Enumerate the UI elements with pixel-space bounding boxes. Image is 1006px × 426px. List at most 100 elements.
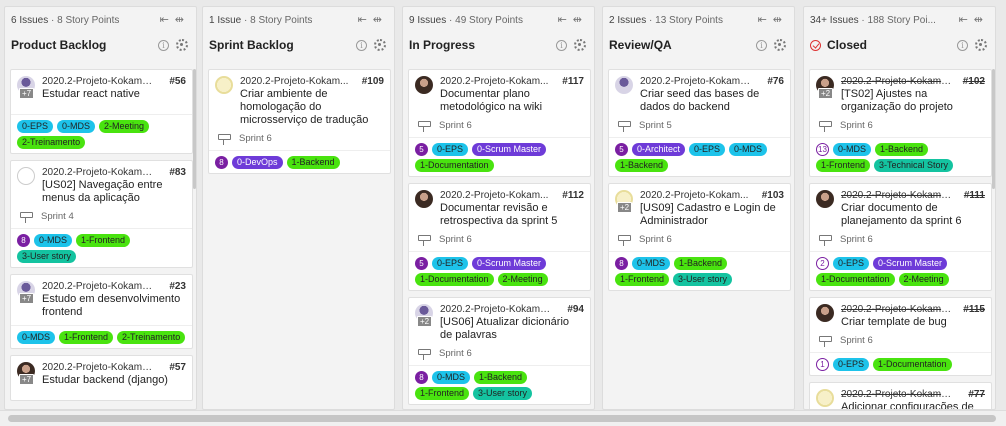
issue-label[interactable]: 1-Backend: [875, 143, 929, 156]
issue-title[interactable]: Estudar backend (django): [42, 374, 186, 387]
issue-title[interactable]: Estudar react native: [42, 88, 186, 101]
issue-label[interactable]: 0-Scrum Master: [873, 257, 948, 270]
issue-card[interactable]: 2020.2-Projeto-Kokama... #111 Criar docu…: [809, 183, 992, 291]
collapse-left-icon[interactable]: ⇤: [758, 14, 773, 26]
issue-title[interactable]: [US02] Navegação entre menus da aplicaçã…: [42, 179, 186, 205]
issue-reference[interactable]: 2020.2-Projeto-Kokama... #23: [42, 281, 186, 292]
issue-title[interactable]: Criar template de bug: [841, 316, 985, 329]
collapse-right-icon[interactable]: ⇹: [373, 14, 388, 26]
issue-title[interactable]: Criar ambiente de homologação do micross…: [240, 88, 384, 127]
issue-label[interactable]: 0-MDS: [729, 143, 768, 156]
issue-card[interactable]: 2020.2-Projeto-Kokama... #77 Adicionar c…: [809, 382, 992, 409]
issue-label[interactable]: 0-DevOps: [232, 156, 283, 169]
issue-label[interactable]: 1-Backend: [674, 257, 728, 270]
issue-label[interactable]: 0-EPS: [432, 257, 469, 270]
issue-reference[interactable]: 2020.2-Projeto-Kokam... #117: [440, 76, 584, 87]
collapse-right-icon[interactable]: ⇹: [773, 14, 788, 26]
info-icon[interactable]: i: [756, 39, 767, 51]
issue-label[interactable]: 0-MDS: [432, 371, 471, 384]
issue-label[interactable]: 1-Documentation: [415, 159, 494, 172]
horizontal-scrollbar[interactable]: [0, 410, 1006, 426]
issue-reference[interactable]: 2020.2-Projeto-Kokama... #57: [42, 362, 186, 373]
issue-title[interactable]: Adicionar configurações de lint: [841, 401, 985, 409]
issue-reference[interactable]: 2020.2-Projeto-Kokama... #102: [841, 76, 985, 87]
issue-card[interactable]: 2020.2-Projeto-Kokama... #115 Criar temp…: [809, 297, 992, 376]
collapse-icons[interactable]: ⇤⇹: [558, 13, 588, 26]
issue-label[interactable]: 1-Backend: [286, 156, 340, 169]
issue-reference[interactable]: 2020.2-Projeto-Kokama... #115: [841, 304, 985, 315]
info-icon[interactable]: i: [957, 39, 968, 51]
collapse-right-icon[interactable]: ⇹: [175, 14, 190, 26]
issue-label[interactable]: 0-MDS: [833, 143, 872, 156]
gear-icon[interactable]: [975, 39, 987, 51]
vertical-scrollbar[interactable]: [992, 69, 995, 189]
issue-label[interactable]: 1-Frontend: [615, 273, 670, 286]
issue-card[interactable]: +2 2020.2-Projeto-Kokama... #102 [TS02] …: [809, 69, 992, 177]
issue-label[interactable]: 1-Frontend: [415, 387, 470, 400]
issue-reference[interactable]: 2020.2-Projeto-Kokama... #111: [841, 190, 985, 201]
info-icon[interactable]: i: [556, 39, 567, 51]
issue-label[interactable]: 0-EPS: [17, 120, 54, 133]
issue-label[interactable]: 3-User story: [673, 273, 733, 286]
issue-card[interactable]: +2 2020.2-Projeto-Kokama... #94 [US06] A…: [408, 297, 591, 405]
collapse-icons[interactable]: ⇤⇹: [358, 13, 388, 26]
issue-label[interactable]: 3-User story: [17, 250, 77, 263]
collapse-icons[interactable]: ⇤⇹: [959, 13, 989, 26]
collapse-right-icon[interactable]: ⇹: [573, 14, 588, 26]
issue-label[interactable]: 0-MDS: [34, 234, 73, 247]
issue-card[interactable]: +7 2020.2-Projeto-Kokama... #23 Estudo e…: [10, 274, 193, 349]
issue-card[interactable]: +2 2020.2-Projeto-Kokam... #103 [US09] C…: [608, 183, 791, 291]
issue-title[interactable]: [US06] Atualizar dicionário de palavras: [440, 316, 584, 342]
issue-label[interactable]: 0-EPS: [432, 143, 469, 156]
issue-card[interactable]: +7 2020.2-Projeto-Kokama... #57 Estudar …: [10, 355, 193, 401]
collapse-icons[interactable]: ⇤⇹: [160, 13, 190, 26]
issue-label[interactable]: 1-Backend: [615, 159, 669, 172]
info-icon[interactable]: i: [356, 39, 367, 51]
issue-label[interactable]: 2-Treinamento: [17, 136, 86, 149]
collapse-left-icon[interactable]: ⇤: [959, 14, 974, 26]
issue-label[interactable]: 3-User story: [473, 387, 533, 400]
issue-title[interactable]: Estudo em desenvolvimento frontend: [42, 293, 186, 319]
issue-reference[interactable]: 2020.2-Projeto-Kokam... #112: [440, 190, 584, 201]
issue-card[interactable]: 2020.2-Projeto-Kokam... #117 Documentar …: [408, 69, 591, 177]
gear-icon[interactable]: [176, 39, 188, 51]
issue-card[interactable]: +7 2020.2-Projeto-Kokama... #56 Estudar …: [10, 69, 193, 154]
issue-reference[interactable]: 2020.2-Projeto-Kokama... #76: [640, 76, 784, 87]
issue-label[interactable]: 2-Meeting: [497, 273, 548, 286]
collapse-right-icon[interactable]: ⇹: [974, 14, 989, 26]
issue-label[interactable]: 0-EPS: [833, 257, 870, 270]
issue-title[interactable]: Documentar revisão e retrospectiva da sp…: [440, 202, 584, 228]
issue-label[interactable]: 2-Meeting: [898, 273, 949, 286]
issue-label[interactable]: 1-Documentation: [415, 273, 494, 286]
issue-label[interactable]: 0-MDS: [632, 257, 671, 270]
issue-card[interactable]: 2020.2-Projeto-Kokama... #76 Criar seed …: [608, 69, 791, 177]
issue-label[interactable]: 3-Technical Story: [874, 159, 954, 172]
issue-label[interactable]: 2-Meeting: [99, 120, 150, 133]
gear-icon[interactable]: [574, 39, 586, 51]
collapse-icons[interactable]: ⇤⇹: [758, 13, 788, 26]
info-icon[interactable]: i: [158, 39, 169, 51]
issue-label[interactable]: 1-Documentation: [873, 358, 952, 371]
horizontal-scrollbar-thumb[interactable]: [8, 415, 996, 422]
vertical-scrollbar[interactable]: [193, 69, 196, 189]
issue-label[interactable]: 2-Treinamento: [117, 331, 186, 344]
issue-card[interactable]: 2020.2-Projeto-Kokama... #83 [US02] Nave…: [10, 160, 193, 268]
issue-label[interactable]: 0-MDS: [17, 331, 56, 344]
issue-label[interactable]: 0-EPS: [833, 358, 870, 371]
collapse-left-icon[interactable]: ⇤: [358, 14, 373, 26]
issue-label[interactable]: 0-Scrum Master: [472, 257, 547, 270]
issue-card[interactable]: 2020.2-Projeto-Kokam... #112 Documentar …: [408, 183, 591, 291]
gear-icon[interactable]: [374, 39, 386, 51]
issue-reference[interactable]: 2020.2-Projeto-Kokama... #56: [42, 76, 186, 87]
issue-reference[interactable]: 2020.2-Projeto-Kokam... #103: [640, 190, 784, 201]
issue-label[interactable]: 0-EPS: [689, 143, 726, 156]
issue-title[interactable]: Criar documento de planejamento da sprin…: [841, 202, 985, 228]
issue-reference[interactable]: 2020.2-Projeto-Kokama... #94: [440, 304, 584, 315]
issue-title[interactable]: Documentar plano metodológico na wiki: [440, 88, 584, 114]
issue-reference[interactable]: 2020.2-Projeto-Kokam... #109: [240, 76, 384, 87]
issue-label[interactable]: 1-Frontend: [816, 159, 871, 172]
issue-label[interactable]: 0-MDS: [57, 120, 96, 133]
issue-card[interactable]: 2020.2-Projeto-Kokam... #109 Criar ambie…: [208, 69, 391, 174]
issue-label[interactable]: 1-Frontend: [76, 234, 131, 247]
issue-title[interactable]: [US09] Cadastro e Login de Administrador: [640, 202, 784, 228]
